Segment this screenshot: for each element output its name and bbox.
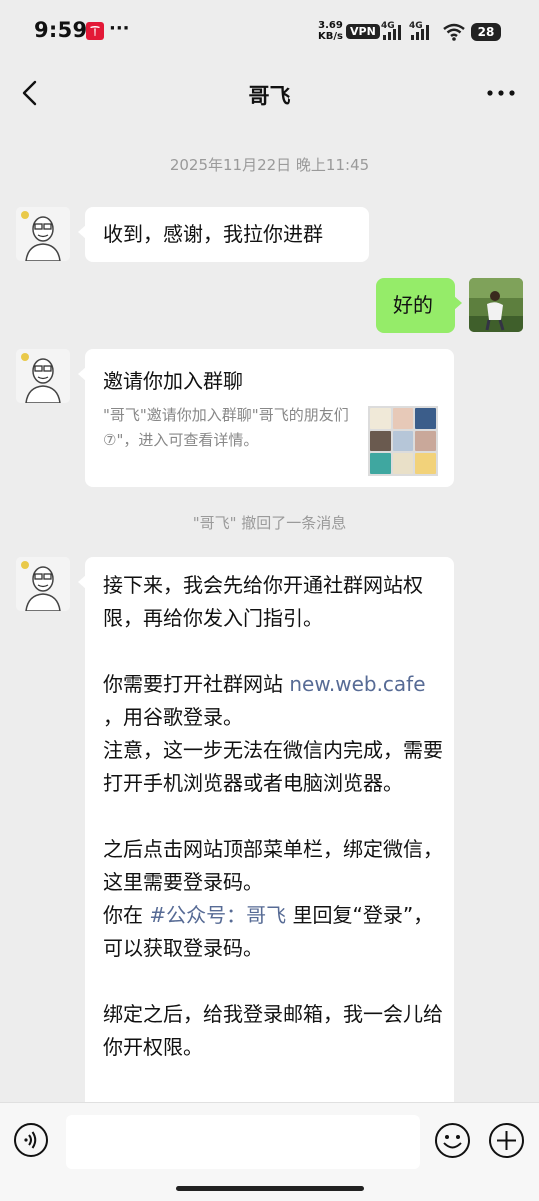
- message-paragraph: 你在 #公众号：哥飞 里回复“登录”，可以获取登录码。: [103, 903, 434, 960]
- message-paragraph: 你需要打开社群网站 new.web.cafe ，用谷歌登录。: [103, 672, 426, 729]
- emoji-icon[interactable]: [434, 1122, 471, 1159]
- message-paragraph: 接下来，我会先给你开通社群网站权限，再给你发入门指引。: [103, 573, 423, 630]
- recall-notice: "哥飞" 撤回了一条消息: [192, 514, 347, 532]
- website-link[interactable]: new.web.cafe: [289, 672, 425, 696]
- cartoon-avatar-icon: [16, 557, 70, 611]
- vpn-badge: VPN: [346, 24, 380, 39]
- network-speed-unit: KB/s: [318, 31, 343, 42]
- photo-avatar-icon: [469, 278, 523, 332]
- message-text: 好的: [393, 293, 433, 317]
- message-input[interactable]: [66, 1115, 420, 1169]
- group-invite-card[interactable]: 邀请你加入群聊 "哥飞"邀请你加入群聊"哥飞的朋友们⑦"，进入可查看详情。: [78, 349, 454, 487]
- network-type-label: 4G: [381, 21, 395, 31]
- my-avatar[interactable]: [469, 278, 523, 332]
- contact-avatar[interactable]: [16, 557, 70, 611]
- notification-more-icon: ···: [109, 18, 130, 39]
- message-paragraph: 绑定之后，给我登录邮箱，我一会儿给你开权限。: [103, 1002, 443, 1059]
- sent-message[interactable]: 好的: [376, 278, 462, 333]
- official-account-link[interactable]: #公众号：哥飞: [149, 903, 286, 927]
- plus-icon[interactable]: [488, 1122, 525, 1159]
- network-speed: 3.69 KB/s: [318, 20, 343, 42]
- message-paragraph: 之后点击网站顶部菜单栏，绑定微信，这里需要登录码。: [103, 837, 443, 894]
- battery-indicator: 28: [471, 23, 501, 41]
- status-time: 9:59: [34, 18, 88, 42]
- signal-icon-2: 4G: [409, 21, 429, 40]
- message-text: 收到，感谢，我拉你进群: [103, 222, 323, 246]
- signal-icon: 4G: [381, 21, 401, 40]
- received-long-message[interactable]: 接下来，我会先给你开通社群网站权限，再给你发入门指引。 你需要打开社群网站 ne…: [78, 557, 454, 1117]
- cartoon-avatar-icon: [16, 207, 70, 261]
- wifi-icon: [443, 23, 465, 41]
- contact-avatar[interactable]: [16, 207, 70, 261]
- chat-header: 哥飞: [0, 64, 539, 122]
- contact-avatar[interactable]: [16, 349, 70, 403]
- tesla-app-icon: [86, 22, 104, 40]
- home-indicator: [176, 1186, 364, 1191]
- long-message-text: 接下来，我会先给你开通社群网站权限，再给你发入门指引。 你需要打开社群网站 ne…: [103, 569, 443, 1064]
- voice-input-icon[interactable]: [13, 1122, 49, 1158]
- more-options-icon[interactable]: [486, 78, 516, 108]
- group-avatar-grid: [368, 406, 438, 476]
- chat-title: 哥飞: [248, 84, 291, 108]
- received-message[interactable]: 收到，感谢，我拉你进群: [78, 207, 369, 262]
- invite-card-description: "哥飞"邀请你加入群聊"哥飞的朋友们⑦"，进入可查看详情。: [103, 406, 349, 449]
- message-paragraph: 注意，这一步无法在微信内完成，需要打开手机浏览器或者电脑浏览器。: [103, 738, 443, 795]
- status-bar: 9:59 ··· 3.69 KB/s VPN 4G 4G 28: [0, 0, 539, 64]
- cartoon-avatar-icon: [16, 349, 70, 403]
- network-speed-value: 3.69: [318, 20, 343, 31]
- invite-card-title: 邀请你加入群聊: [103, 369, 243, 393]
- message-timestamp: 2025年11月22日 晚上11:45: [169, 156, 370, 174]
- network-type-label-2: 4G: [409, 21, 423, 31]
